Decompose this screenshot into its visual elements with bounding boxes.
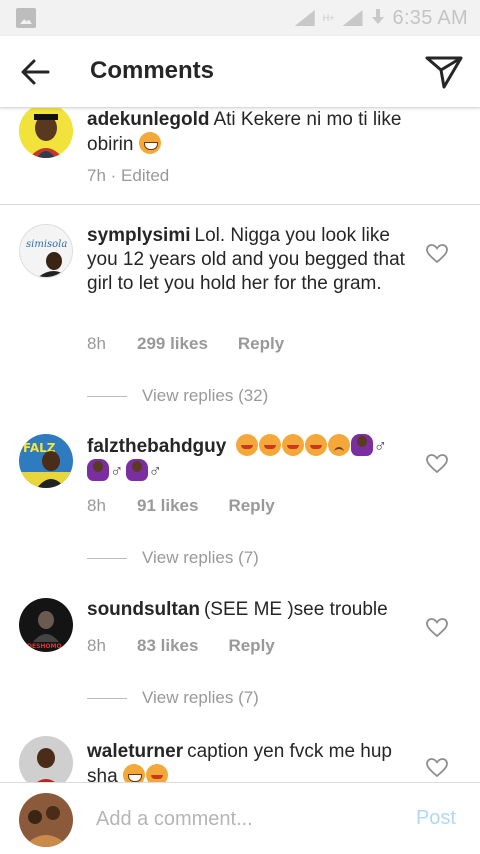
share-button[interactable]: [424, 54, 464, 90]
reply-button[interactable]: Reply: [228, 636, 274, 656]
signal-icon-2: [342, 10, 363, 26]
reply-button[interactable]: Reply: [228, 496, 274, 516]
facepalm-emoji-icon: [125, 459, 148, 481]
laughing-emoji-icon: [122, 764, 145, 782]
view-replies-button[interactable]: View replies (32): [87, 386, 268, 406]
grin-emoji-icon: [304, 434, 327, 456]
replies-line: [87, 395, 127, 397]
page-title: Comments: [90, 57, 215, 84]
heart-icon[interactable]: [426, 758, 448, 778]
comment-text: (SEE ME )see trouble: [203, 599, 388, 620]
comment-body: soundsultan (SEE ME )see trouble: [87, 598, 417, 622]
likes-count[interactable]: 91 likes: [137, 496, 198, 516]
paper-plane-icon: [425, 56, 463, 89]
avatar[interactable]: [19, 108, 73, 158]
comment-item: simisola symplysimi Lol. Nigga you look l…: [0, 224, 480, 406]
heart-icon[interactable]: [426, 454, 448, 474]
post-button[interactable]: Post: [416, 807, 456, 830]
comment-username[interactable]: adekunlegold: [87, 109, 209, 130]
avatar-image: [19, 793, 73, 847]
laughing-emoji-icon: [138, 132, 161, 154]
gallery-notification-icon: [16, 8, 36, 28]
avatar-image: [19, 736, 73, 782]
comment-input[interactable]: [96, 803, 396, 835]
view-replies-button[interactable]: View replies (7): [87, 688, 259, 708]
signal-icon: [294, 10, 315, 26]
view-replies-label: View replies (7): [142, 688, 259, 707]
view-replies-label: View replies (7): [142, 548, 259, 567]
comment-body: waleturner caption yen fvck me hup sha: [87, 740, 417, 782]
male-sign-icon: ♂: [373, 436, 388, 456]
comments-list[interactable]: adekunlegold Ati Kekere ni mo ti like obi…: [0, 108, 480, 782]
squint-emoji-icon: [145, 764, 168, 782]
comment-meta: 8h 91 likes Reply: [87, 496, 275, 516]
male-sign-icon: ♂: [148, 461, 163, 481]
status-time: 6:35 AM: [392, 6, 468, 29]
avatar-image: DESHOMO: [19, 598, 73, 652]
comment-body: adekunlegold Ati Kekere ni mo ti like obi…: [87, 108, 417, 157]
caption-comment: adekunlegold Ati Kekere ni mo ti like obi…: [0, 108, 480, 205]
view-replies-label: View replies (32): [142, 386, 269, 405]
likes-count[interactable]: 83 likes: [137, 636, 198, 656]
avatar-image: FALZ: [19, 434, 73, 488]
avatar-logo-text: DESHOMO: [27, 643, 62, 650]
avatar[interactable]: simisola: [19, 224, 73, 278]
comment-username[interactable]: soundsultan: [87, 599, 200, 620]
avatar-image: simisola: [20, 225, 72, 277]
download-icon: [371, 9, 385, 27]
comment-edited: · Edited: [110, 166, 170, 185]
caption-divider: [0, 204, 480, 205]
comment-meta: 7h · Edited: [87, 166, 169, 186]
avatar[interactable]: DESHOMO: [19, 598, 73, 652]
sad-emoji-icon: [327, 434, 350, 456]
comment-time: 7h: [87, 166, 106, 185]
status-indicators: H+ 6:35 AM: [294, 6, 468, 30]
comment-item: waleturner caption yen fvck me hup sha: [0, 736, 480, 782]
grin-emoji-icon: [258, 434, 281, 456]
comment-time: 8h: [87, 496, 106, 515]
comment-username[interactable]: symplysimi: [87, 225, 191, 246]
heart-icon[interactable]: [426, 618, 448, 638]
reply-button[interactable]: Reply: [238, 334, 284, 354]
comment-time: 8h: [87, 334, 106, 353]
replies-line: [87, 557, 127, 559]
replies-line: [87, 697, 127, 699]
comment-meta: 8h 83 likes Reply: [87, 636, 275, 656]
avatar-logo-text: simisola: [26, 239, 67, 250]
current-user-avatar: [19, 793, 73, 847]
facepalm-emoji-icon: [350, 434, 373, 456]
back-arrow-icon: [21, 59, 50, 85]
comment-item: FALZ falzthebahdguy ♂ ♂ ♂ 8h 91 likes Rep…: [0, 434, 480, 574]
comment-time: 8h: [87, 636, 106, 655]
comment-item: DESHOMO soundsultan (SEE ME )see trouble …: [0, 598, 480, 738]
status-bar: H+ 6:35 AM: [0, 0, 480, 36]
grin-emoji-icon: [235, 434, 258, 456]
comment-body: symplysimi Lol. Nigga you look like you 1…: [87, 224, 417, 296]
comment-body: falzthebahdguy ♂ ♂ ♂: [87, 434, 417, 484]
male-sign-icon: ♂: [110, 461, 124, 481]
back-button[interactable]: [18, 56, 52, 88]
avatar-image: [19, 108, 73, 158]
comment-meta: 8h 299 likes Reply: [87, 334, 284, 354]
avatar[interactable]: [19, 736, 73, 782]
avatar[interactable]: FALZ: [19, 434, 73, 488]
view-replies-button[interactable]: View replies (7): [87, 548, 259, 568]
comment-username[interactable]: falzthebahdguy: [87, 436, 226, 457]
likes-count[interactable]: 299 likes: [137, 334, 208, 354]
comment-username[interactable]: waleturner: [87, 741, 183, 762]
network-type: H+: [322, 13, 335, 23]
comment-composer: Post: [0, 782, 480, 854]
heart-icon[interactable]: [426, 244, 448, 264]
app-header: Comments: [0, 36, 480, 108]
facepalm-emoji-icon: [87, 459, 109, 481]
grin-emoji-icon: [281, 434, 304, 456]
